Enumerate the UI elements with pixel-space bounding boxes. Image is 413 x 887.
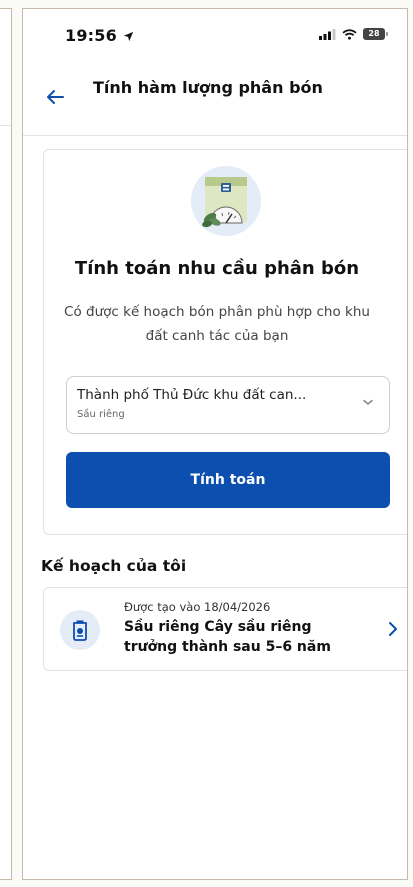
plan-list-item[interactable]: Được tạo vào 18/04/2026 Sầu riêng Cây sầ… [43, 587, 407, 671]
chevron-right-icon [389, 622, 397, 636]
wifi-icon [342, 28, 357, 40]
card-title: Tính toán nhu cầu phân bón [74, 258, 360, 279]
plot-select[interactable]: Thành phố Thủ Đức khu đất can... Sầu riê… [66, 376, 390, 434]
plan-created-date: Được tạo vào 18/04/2026 [124, 600, 271, 614]
divider [0, 125, 11, 126]
page-title: Tính hàm lượng phân bón [93, 78, 323, 97]
calculate-button[interactable]: Tính toán [66, 452, 390, 508]
app-screen: 19:56 28 Tính hàm lượng phân bón Tính to… [22, 8, 408, 880]
battery-icon: 28 [363, 28, 388, 40]
plot-select-value: Thành phố Thủ Đức khu đất can... [77, 387, 307, 403]
status-bar: 19:56 28 [23, 9, 407, 57]
background-panel [0, 8, 12, 880]
fertilizer-calculator-card: Tính toán nhu cầu phân bón Có được kế ho… [43, 149, 407, 535]
back-arrow-icon [47, 90, 64, 104]
signal-icon [319, 28, 336, 40]
plan-icon-wrapper [60, 610, 100, 650]
app-header: Tính hàm lượng phân bón [23, 69, 407, 136]
location-arrow-icon [123, 31, 133, 42]
plot-select-crop: Sầu riêng [77, 409, 125, 420]
plan-bag-icon [73, 620, 87, 641]
status-icons: 28 [319, 28, 388, 40]
status-time: 19:56 [65, 26, 134, 45]
fertilizer-bag-icon [191, 166, 261, 236]
plans-heading: Kế hoạch của tôi [41, 557, 187, 575]
plan-title: Sầu riêng Cây sầu riêng trưởng thành sau… [124, 619, 331, 655]
chevron-down-icon [363, 399, 373, 405]
back-button[interactable] [41, 83, 69, 111]
card-description: Có được kế hoạch bón phân phù hợp cho kh… [64, 304, 370, 344]
